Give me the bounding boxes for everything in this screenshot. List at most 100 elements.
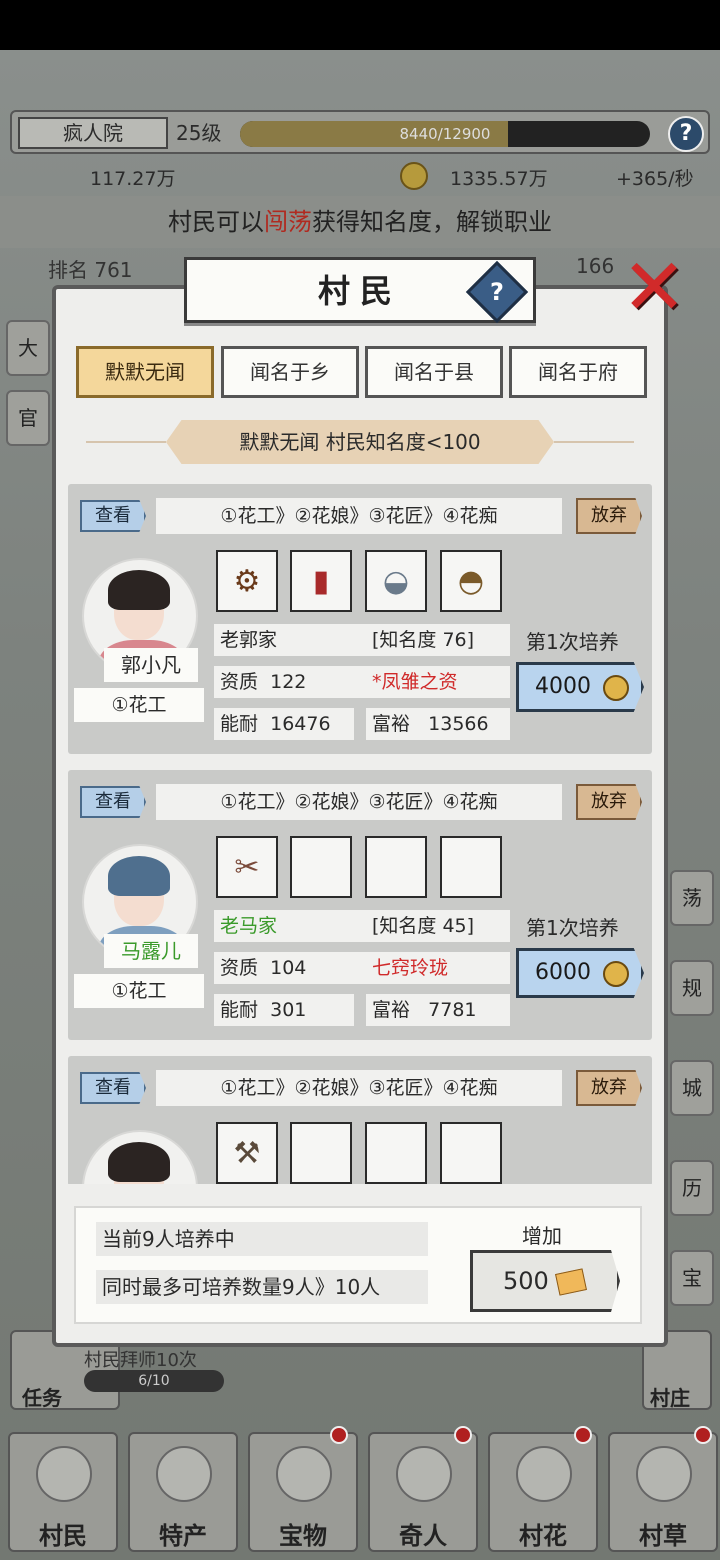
coin-icon <box>400 162 428 190</box>
item-slot[interactable] <box>290 836 352 898</box>
view-button[interactable]: 查看 <box>80 500 146 532</box>
view-button[interactable]: 查看 <box>80 1072 146 1104</box>
nav-label: 村民 <box>39 1522 87 1550</box>
tab-county-fame[interactable]: 闻名于县 <box>365 346 503 398</box>
item-slot[interactable] <box>365 1122 427 1184</box>
villager-job: ①花工 <box>74 688 204 722</box>
nav-village-beau[interactable]: 村草 <box>608 1432 718 1552</box>
task-description: 村民拜师10次 <box>84 1350 197 1371</box>
village-label: 村庄 <box>650 1386 690 1410</box>
nav-treasure[interactable]: 宝物 <box>248 1432 358 1552</box>
villager-name: 马露儿 <box>104 934 198 968</box>
side-button-right-2[interactable]: 规 <box>670 960 714 1016</box>
wealth-value: 13566 <box>428 713 489 735</box>
abandon-button[interactable]: 放弃 <box>576 784 642 820</box>
list-cutoff <box>68 1184 652 1190</box>
resource-row: 117.27万 1335.57万 +365/秒 <box>0 162 720 192</box>
item-slot[interactable]: ◓ <box>440 550 502 612</box>
add-capacity-button[interactable]: 500 <box>470 1250 620 1312</box>
hoe-icon: ⚒ <box>233 1135 261 1171</box>
task-label: 任务 <box>22 1386 62 1410</box>
location-name[interactable]: 疯人院 <box>18 117 168 149</box>
train-cost: 6000 <box>535 960 591 985</box>
item-slot[interactable] <box>440 836 502 898</box>
produce-sack-icon <box>156 1446 212 1502</box>
fame-tabs: 默默无闻 闻名于乡 闻名于县 闻名于府 <box>76 346 647 400</box>
side-button-right-4[interactable]: 历 <box>670 1160 714 1216</box>
fish-basket-icon: ✂ <box>234 849 260 885</box>
help-icon[interactable]: ? <box>668 116 704 152</box>
nav-label: 村花 <box>519 1522 567 1550</box>
coin-rate: +365/秒 <box>616 168 694 190</box>
talent-tag: *凤雏之资 <box>372 671 458 693</box>
nav-villagers[interactable]: 村民 <box>8 1432 118 1552</box>
scholar-icon <box>396 1446 452 1502</box>
wealth-row: 富裕 7781 <box>366 994 510 1026</box>
aptitude-value: 122 <box>270 671 307 693</box>
close-icon[interactable]: ✕ <box>618 249 690 327</box>
notification-dot <box>694 1426 712 1444</box>
banner-highlight: 闯荡 <box>264 208 312 236</box>
career-path: ①花工》②花娘》③花匠》④花痴 <box>156 784 562 820</box>
belle-icon <box>516 1446 572 1502</box>
nav-specialty[interactable]: 特产 <box>128 1432 238 1552</box>
train-cost-button[interactable]: 6000 <box>516 948 644 998</box>
coin-icon <box>603 675 629 701</box>
item-slot[interactable] <box>365 836 427 898</box>
red-gourd-icon: ▮ <box>312 563 330 599</box>
ribbon-text: 默默无闻 村民知名度<100 <box>239 430 481 454</box>
aptitude-row: 资质 122 *凤雏之资 <box>214 666 510 698</box>
item-slot[interactable]: ⚙ <box>216 550 278 612</box>
item-slot[interactable]: ◒ <box>365 550 427 612</box>
wealth-label: 富裕 <box>372 999 411 1021</box>
bottom-nav: 村民 特产 宝物 奇人 村花 村草 <box>0 1426 720 1560</box>
view-button[interactable]: 查看 <box>80 786 146 818</box>
train-count: 第1次培养 <box>526 630 619 654</box>
abandon-button[interactable]: 放弃 <box>576 1070 642 1106</box>
avatar[interactable] <box>82 1130 198 1186</box>
nav-label: 村草 <box>639 1522 687 1550</box>
side-button-right-3[interactable]: 城 <box>670 1060 714 1116</box>
notification-dot <box>330 1426 348 1444</box>
coin-amount: 1335.57万 <box>450 168 548 190</box>
side-button-left-1[interactable]: 大 <box>6 320 50 376</box>
silver-amount: 117.27万 <box>90 168 176 190</box>
status-bar <box>0 0 720 50</box>
villager-icon <box>36 1446 92 1502</box>
side-button-left-2[interactable]: 官 <box>6 390 50 446</box>
nav-village-belle[interactable]: 村花 <box>488 1432 598 1552</box>
aptitude-label: 资质 <box>220 671 259 693</box>
aptitude-row: 资质 104 七窍玲珑 <box>214 952 510 984</box>
current-training: 当前9人培养中 <box>96 1222 428 1256</box>
wealth-value: 7781 <box>428 999 477 1021</box>
coin-icon <box>603 961 629 987</box>
aptitude-value: 104 <box>270 957 307 979</box>
item-slot[interactable]: ✂ <box>216 836 278 898</box>
abandon-button[interactable]: 放弃 <box>576 498 642 534</box>
rank-right-value: 166 <box>576 254 615 278</box>
side-button-right-1[interactable]: 荡 <box>670 870 714 926</box>
tab-unknown[interactable]: 默默无闻 <box>76 346 214 398</box>
career-path: ①花工》②花娘》③花匠》④花痴 <box>156 1070 562 1106</box>
add-cost: 500 <box>503 1267 549 1295</box>
hint-banner: 村民可以闯荡获得知名度，解锁职业 <box>0 196 720 248</box>
train-count: 第1次培养 <box>526 916 619 940</box>
tab-village-fame[interactable]: 闻名于乡 <box>221 346 359 398</box>
nav-talents[interactable]: 奇人 <box>368 1432 478 1552</box>
banner-suffix: 获得知名度，解锁职业 <box>312 208 552 236</box>
train-cost-button[interactable]: 4000 <box>516 662 644 712</box>
item-slot[interactable]: ▮ <box>290 550 352 612</box>
villager-card: 查看 ①花工》②花娘》③花匠》④花痴 放弃 马露儿 ①花工 ✂ 老马家 [知名度… <box>68 770 652 1040</box>
ability-value: 301 <box>270 999 307 1021</box>
ability-label: 能耐 <box>220 999 259 1021</box>
nav-label: 宝物 <box>279 1522 327 1550</box>
villager-job: ①花工 <box>74 974 204 1008</box>
villager-card: 查看 ①花工》②花娘》③花匠》④花痴 放弃 郭小凡 ①花工 ⚙ ▮ ◒ ◓ 老郭… <box>68 484 652 754</box>
tab-prefecture-fame[interactable]: 闻名于府 <box>509 346 647 398</box>
family-name: 老郭家 <box>220 629 278 651</box>
banner-prefix: 村民可以 <box>168 208 264 236</box>
item-slot[interactable] <box>440 1122 502 1184</box>
side-button-right-5[interactable]: 宝 <box>670 1250 714 1306</box>
item-slot[interactable]: ⚒ <box>216 1122 278 1184</box>
item-slot[interactable] <box>290 1122 352 1184</box>
